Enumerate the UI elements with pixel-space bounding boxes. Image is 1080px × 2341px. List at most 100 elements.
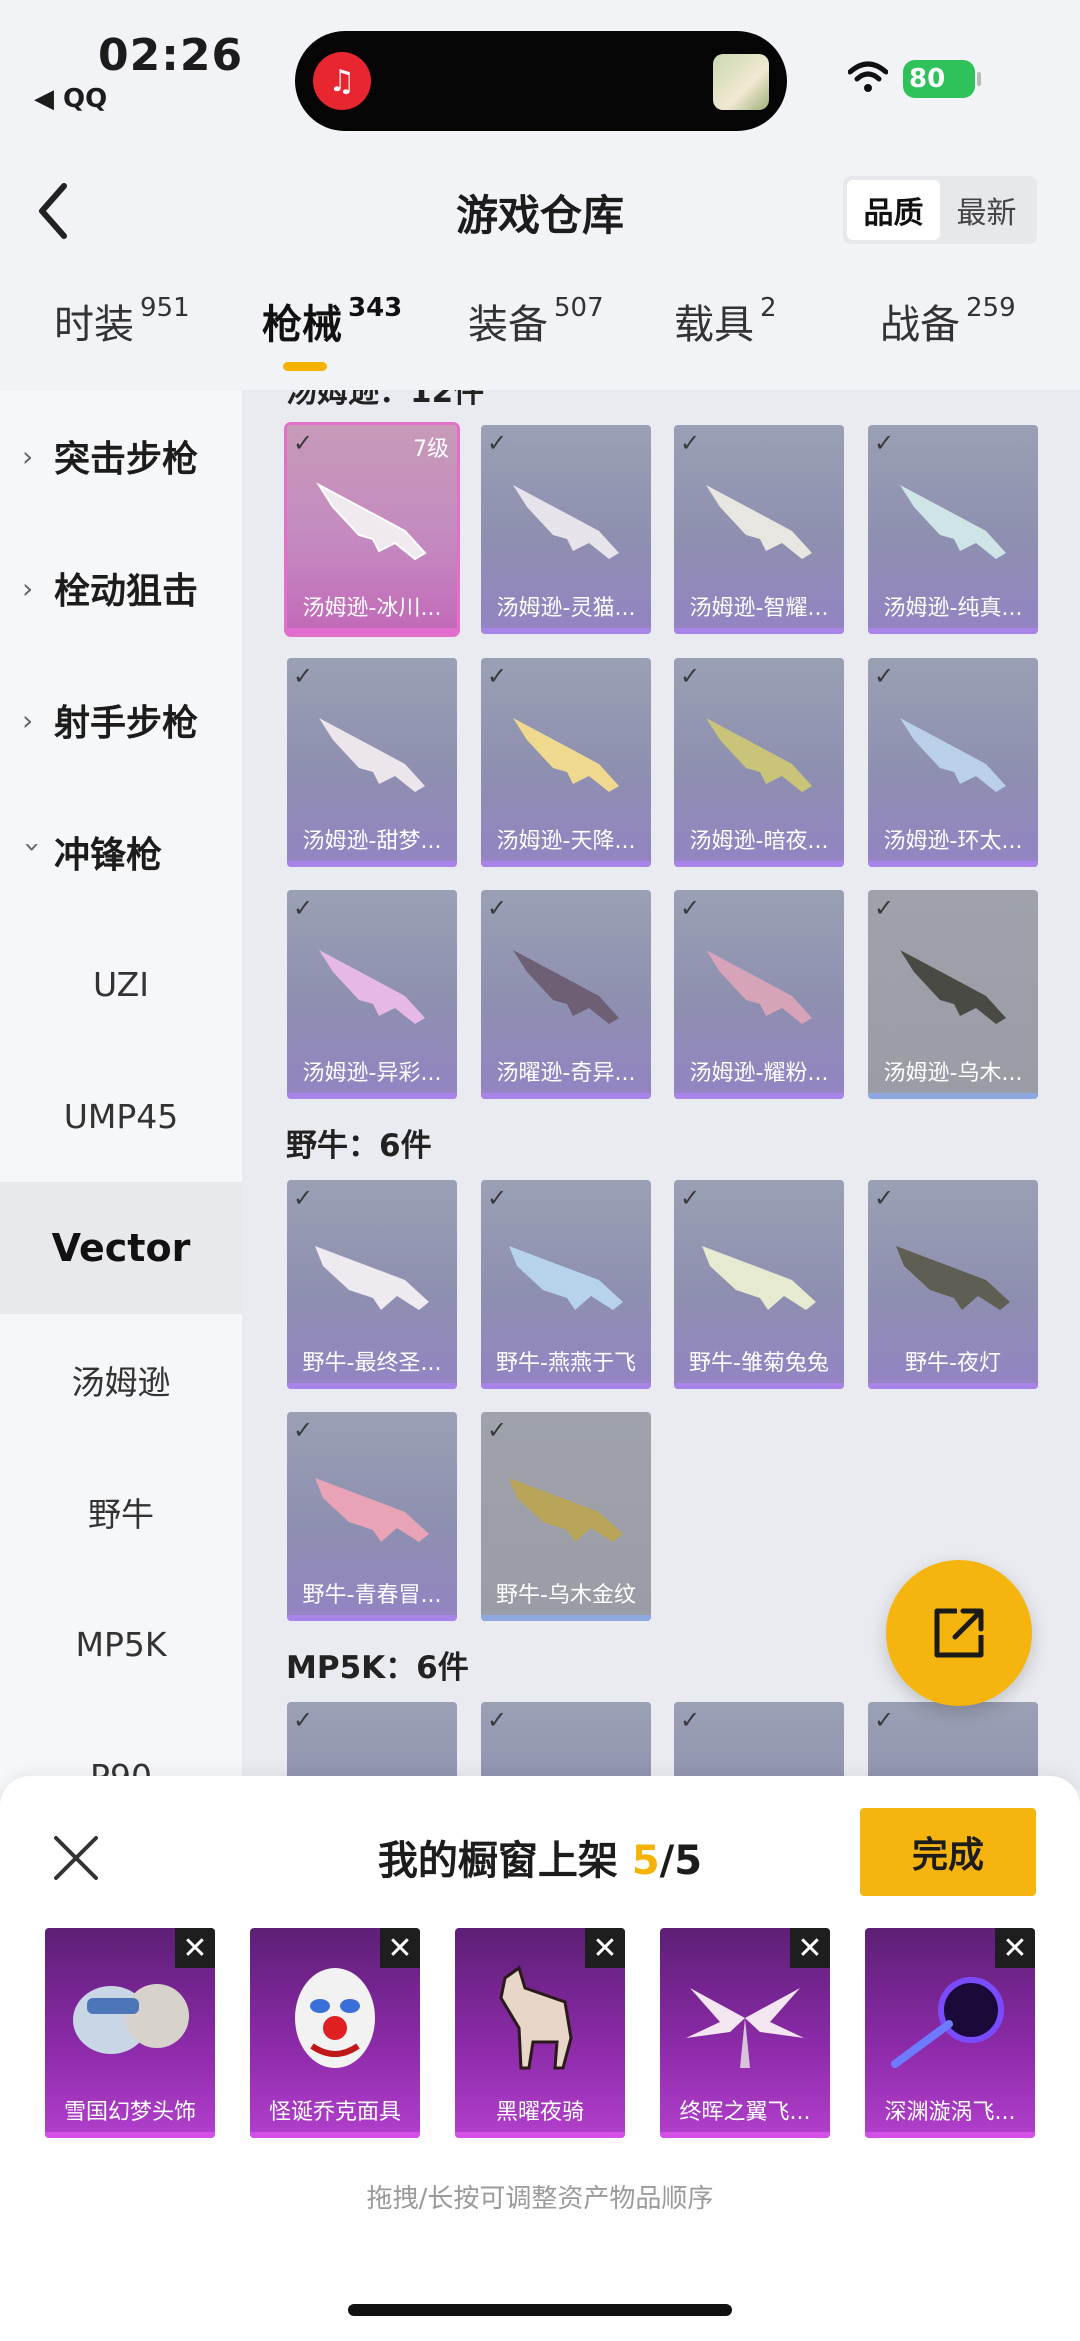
- skin-card[interactable]: ✓ 汤姆逊-甜梦...: [287, 658, 457, 867]
- check-icon: ✓: [487, 1184, 508, 1212]
- sidebar-item-bizon[interactable]: 野牛: [0, 1446, 242, 1578]
- check-icon: ✓: [680, 429, 701, 457]
- gun-image: [702, 1246, 816, 1310]
- check-icon: ✓: [487, 429, 508, 457]
- skin-name: 汤姆逊-甜梦...: [302, 829, 442, 854]
- check-icon: ✓: [680, 1184, 701, 1212]
- skin-name: 汤姆逊-耀粉...: [689, 1061, 829, 1086]
- showcase-slot[interactable]: ✕ 深渊漩涡飞...: [865, 1928, 1035, 2138]
- sidebar-item-mp5k[interactable]: MP5K: [0, 1578, 242, 1710]
- home-indicator[interactable]: [348, 2304, 732, 2316]
- skin-card[interactable]: ✓ 汤姆逊-乌木...: [868, 890, 1038, 1099]
- sidebar-item-vector[interactable]: Vector: [0, 1182, 242, 1314]
- skin-card[interactable]: ✓ 汤姆逊-灵猫...: [481, 425, 651, 634]
- skin-name: 野牛-雏菊兔兔: [689, 1351, 829, 1376]
- rarity-bar: [45, 2132, 215, 2138]
- skin-name: 汤姆逊-异彩...: [302, 1061, 442, 1086]
- check-icon: ✓: [293, 1184, 314, 1212]
- done-button[interactable]: 完成: [860, 1808, 1036, 1896]
- skin-name: 野牛-燕燕于飞: [496, 1351, 636, 1376]
- chevron-down-icon: ›: [16, 841, 50, 853]
- battery-level: 80: [909, 64, 946, 94]
- skin-card[interactable]: ✓ 野牛-最终圣...: [287, 1180, 457, 1389]
- showcase-slot[interactable]: ✕ 终晖之翼飞...: [660, 1928, 830, 2138]
- rarity-bar: [455, 2132, 625, 2138]
- skin-name: 汤曜逊-奇异...: [496, 1061, 636, 1086]
- vortex-image: [891, 1977, 1004, 2068]
- check-icon: ✓: [487, 1706, 508, 1734]
- tab-count: 507: [554, 293, 604, 323]
- skin-card[interactable]: ✓ 野牛-青春冒...: [287, 1412, 457, 1621]
- skin-card[interactable]: ✓ 汤姆逊-暗夜...: [674, 658, 844, 867]
- rarity-bar: [660, 2132, 830, 2138]
- skin-card[interactable]: ✓ 汤姆逊-天降...: [481, 658, 651, 867]
- check-icon: ✓: [293, 429, 314, 457]
- skin-card[interactable]: ✓ 汤姆逊-环太...: [868, 658, 1038, 867]
- gun-image: [706, 950, 812, 1024]
- skin-name: 汤姆逊-纯真...: [883, 596, 1023, 621]
- rarity-bar: [287, 628, 457, 634]
- tab-guns[interactable]: 枪械 343: [262, 292, 402, 372]
- sidebar-item-ump45[interactable]: UMP45: [0, 1050, 242, 1182]
- check-icon: ✓: [293, 662, 314, 690]
- sidebar-item-uzi[interactable]: UZI: [0, 918, 242, 1050]
- section-title: 汤姆逊：12件: [286, 390, 485, 410]
- rarity-bar: [674, 1383, 844, 1389]
- headwear-image: [73, 1984, 189, 2054]
- gun-image: [509, 1246, 623, 1310]
- rarity-bar: [865, 2132, 1035, 2138]
- skin-card[interactable]: ✓ 汤姆逊-纯真...: [868, 425, 1038, 634]
- skin-card[interactable]: ✓ 汤姆逊-耀粉...: [674, 890, 844, 1099]
- sidebar-category-assault-rifle[interactable]: › 突击步枪: [0, 390, 242, 522]
- share-button[interactable]: [886, 1560, 1032, 1706]
- skin-card[interactable]: ✓ 野牛-乌木金纹: [481, 1412, 651, 1621]
- clown-mask-image: [295, 1968, 375, 2068]
- category-label: 突击步枪: [54, 439, 199, 480]
- check-icon: ✓: [874, 429, 895, 457]
- sidebar-category-smg[interactable]: › 冲锋枪: [0, 786, 242, 918]
- dynamic-island[interactable]: ♫: [295, 31, 787, 131]
- back-to-qq[interactable]: ◀ QQ: [34, 84, 107, 114]
- check-icon: ✓: [874, 894, 895, 922]
- reorder-hint: 拖拽/长按可调整资产物品顺序: [366, 2184, 714, 2214]
- section-title: MP5K：6件: [286, 1650, 469, 1686]
- item-name: 怪诞乔克面具: [268, 2100, 401, 2125]
- sort-by-newest[interactable]: 最新: [940, 180, 1033, 240]
- sidebar-category-bolt-sniper[interactable]: › 栓动狙击: [0, 522, 242, 654]
- sort-toggle: 品质 最新: [843, 176, 1037, 244]
- rarity-bar: [868, 1093, 1038, 1099]
- showcase-slot[interactable]: ✕ 雪国幻梦头饰: [45, 1928, 215, 2138]
- gun-image: [900, 718, 1006, 792]
- skin-card[interactable]: ✓ 汤姆逊-智耀...: [674, 425, 844, 634]
- gun-image: [316, 482, 427, 561]
- rarity-bar: [674, 861, 844, 867]
- tab-fashion[interactable]: 时装 951: [54, 292, 190, 372]
- gun-image: [509, 1478, 623, 1542]
- wifi-icon: [848, 61, 888, 92]
- tab-count: 343: [348, 293, 403, 323]
- sort-by-quality[interactable]: 品质: [847, 180, 940, 240]
- gun-image: [315, 1246, 429, 1310]
- skin-card[interactable]: ✓ 汤姆逊-异彩...: [287, 890, 457, 1099]
- active-tab-indicator: [283, 362, 327, 371]
- skin-card[interactable]: ✓ 7级 汤姆逊-冰川...: [284, 422, 460, 637]
- section-title: 野牛：6件: [286, 1128, 432, 1164]
- skin-card[interactable]: ✓ 汤曜逊-奇异...: [481, 890, 651, 1099]
- skin-card[interactable]: ✓ 野牛-燕燕于飞: [481, 1180, 651, 1389]
- sidebar-category-marksman-rifle[interactable]: › 射手步枪: [0, 654, 242, 786]
- tab-equipment[interactable]: 装备 507: [468, 292, 604, 372]
- rarity-bar: [868, 861, 1038, 867]
- tab-supplies[interactable]: 战备 259: [880, 292, 1016, 372]
- skin-card[interactable]: ✓ 野牛-雏菊兔兔: [674, 1180, 844, 1389]
- skin-name: 野牛-最终圣...: [302, 1351, 442, 1376]
- skin-card[interactable]: ✓ 野牛-夜灯: [868, 1180, 1038, 1389]
- showcase-slot[interactable]: ✕ 黑曜夜骑: [455, 1928, 625, 2138]
- gun-image: [319, 950, 425, 1024]
- tab-vehicles[interactable]: 载具 2: [674, 292, 777, 372]
- tab-count: 259: [966, 293, 1016, 323]
- tab-label: 时装: [54, 302, 134, 348]
- check-icon: ✓: [874, 1706, 895, 1734]
- sidebar-item-thompson[interactable]: 汤姆逊: [0, 1314, 242, 1446]
- showcase-slot[interactable]: ✕ 怪诞乔克面具: [250, 1928, 420, 2138]
- rarity-bar: [674, 628, 844, 634]
